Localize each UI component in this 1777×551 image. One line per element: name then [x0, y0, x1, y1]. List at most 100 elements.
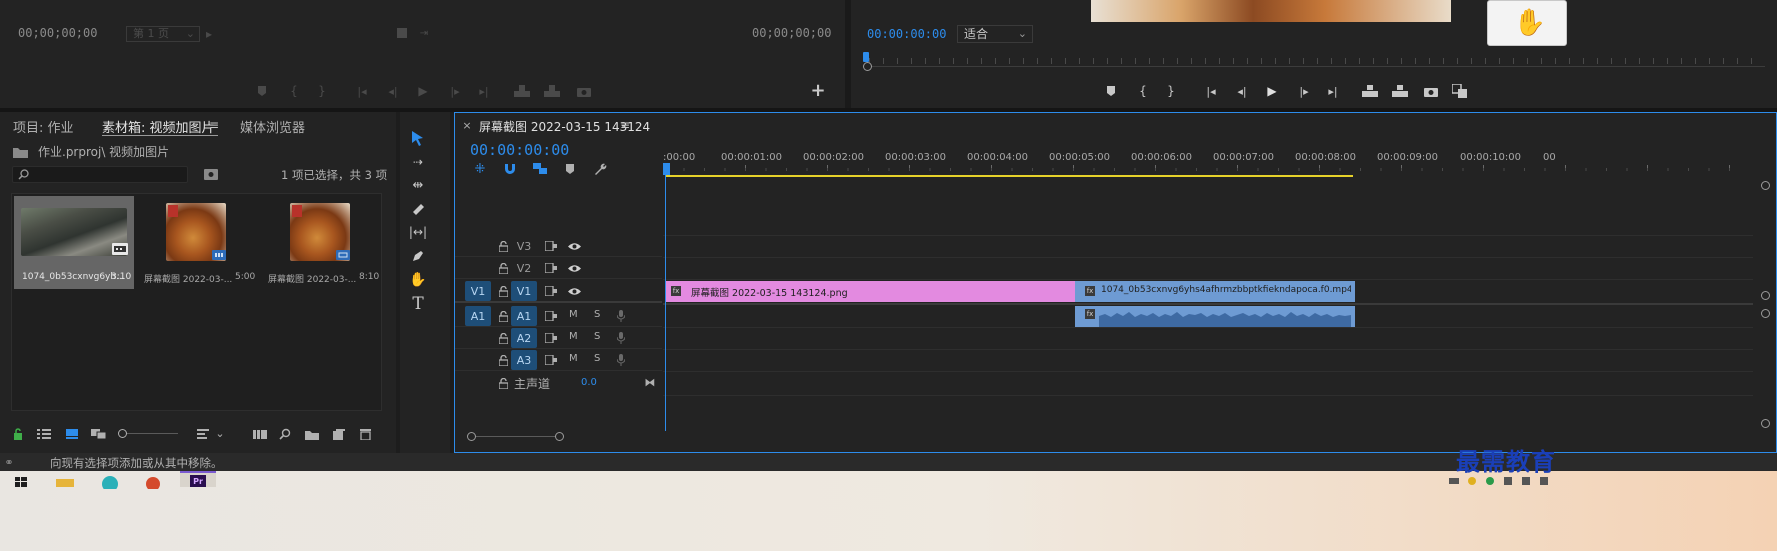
mute-button[interactable]: M	[569, 353, 578, 364]
bin-item[interactable]: 屏幕截图 2022-03-... 5:00	[138, 196, 258, 289]
lock-track-icon[interactable]	[497, 261, 509, 275]
solo-button[interactable]: S	[594, 331, 600, 342]
time-ruler[interactable]: :00:00 00:00:01:00 00:00:02:00 00:00:03:…	[663, 149, 1753, 179]
timeline-horizontal-scrollbar[interactable]	[467, 431, 564, 442]
icon-view-icon[interactable]	[64, 427, 80, 441]
mark-out-icon[interactable]: }	[1165, 82, 1177, 100]
program-scrubber[interactable]	[861, 52, 1767, 72]
track-target-a2[interactable]: A2	[511, 328, 537, 348]
freeform-view-icon[interactable]	[90, 427, 108, 441]
panel-menu-icon[interactable]: ≡	[208, 118, 220, 132]
zoom-slider[interactable]	[118, 429, 180, 439]
microphone-icon[interactable]	[615, 309, 627, 323]
hand-tool-icon[interactable]: ✋	[408, 270, 428, 290]
find-icon[interactable]	[278, 427, 292, 441]
settings-square-icon[interactable]	[396, 27, 408, 39]
zoom-select[interactable]: 适合 ⌄	[957, 25, 1033, 43]
sync-lock-icon[interactable]	[544, 239, 558, 253]
file-explorer-icon[interactable]	[56, 477, 74, 487]
audio-clip[interactable]: fx	[1075, 306, 1355, 327]
play-arrow-icon[interactable]: ▸	[204, 27, 214, 41]
video-clip[interactable]: fx 1074_0b53cxnvg6yhs4afhrmzbbptkfieknda…	[1075, 281, 1355, 302]
audio-scroll-handle[interactable]	[1761, 309, 1770, 318]
extract-icon[interactable]	[1391, 84, 1409, 98]
mute-button[interactable]: M	[569, 331, 578, 342]
microphone-icon[interactable]	[615, 331, 627, 345]
source-patch-v1[interactable]: V1	[465, 281, 491, 301]
premiere-taskbar-button[interactable]: Pr	[180, 471, 216, 487]
tab-bin[interactable]: 素材箱: 视频加图片	[102, 117, 215, 136]
lock-track-icon[interactable]	[497, 376, 509, 390]
video-scroll-handle[interactable]	[1761, 291, 1770, 300]
track-select-tool-icon[interactable]: ⇢	[408, 152, 428, 172]
lock-track-icon[interactable]	[497, 331, 509, 345]
camera-icon[interactable]	[1423, 84, 1439, 98]
step-back-icon[interactable]: ◂|	[1235, 82, 1249, 100]
panel-menu-icon[interactable]: ≡	[619, 118, 631, 132]
pen-tool-icon[interactable]	[408, 246, 428, 266]
eye-icon[interactable]	[567, 261, 581, 275]
go-to-out-icon[interactable]: ▸|	[1325, 82, 1341, 100]
new-bin-icon[interactable]	[304, 427, 320, 441]
microphone-icon[interactable]	[615, 353, 627, 367]
video-scroll-handle[interactable]	[1761, 181, 1770, 190]
type-tool-icon[interactable]: T	[408, 294, 428, 314]
slip-tool-icon[interactable]: |↔|	[408, 222, 428, 242]
automate-to-sequence-icon[interactable]	[252, 427, 268, 441]
browser-icon[interactable]	[100, 475, 120, 489]
sync-lock-icon[interactable]	[544, 284, 558, 298]
go-to-in-icon[interactable]: |◂	[354, 82, 370, 100]
bin-item[interactable]: 屏幕截图 2022-03-... 8:10	[262, 196, 382, 289]
tab-project[interactable]: 项目: 作业	[13, 117, 74, 136]
search-input[interactable]	[12, 166, 188, 183]
insert-icon[interactable]	[514, 84, 530, 98]
zoom-handle[interactable]	[863, 62, 872, 71]
tab-media-browser[interactable]: 媒体浏览器	[240, 117, 305, 136]
track-target-a3[interactable]: A3	[511, 350, 537, 370]
drag-video-icon[interactable]: ⇥	[417, 27, 431, 39]
mute-button[interactable]: M	[569, 309, 578, 320]
lift-icon[interactable]	[1361, 84, 1379, 98]
marker-icon[interactable]	[256, 84, 268, 98]
windows-start-icon[interactable]	[14, 477, 28, 487]
solo-button[interactable]: S	[594, 353, 600, 364]
close-tab-icon[interactable]: ×	[462, 119, 472, 132]
step-back-icon[interactable]: ◂|	[386, 82, 400, 100]
play-icon[interactable]: ▶	[1265, 82, 1279, 100]
list-view-icon[interactable]	[36, 427, 52, 441]
track-target-v3[interactable]: V3	[511, 236, 537, 256]
step-forward-icon[interactable]: |▸	[448, 82, 462, 100]
mark-out-icon[interactable]: }	[316, 82, 328, 100]
new-search-bin-icon[interactable]	[203, 167, 219, 181]
mark-in-icon[interactable]: {	[1137, 82, 1149, 100]
sync-lock-icon[interactable]	[544, 261, 558, 275]
lock-track-icon[interactable]	[497, 284, 509, 298]
compare-icon[interactable]	[1451, 83, 1469, 99]
play-icon[interactable]: ▶	[416, 82, 430, 100]
bin-item-selected[interactable]: 1074_0b53cxnvg6yh... 3:10	[14, 196, 134, 289]
playhead[interactable]	[663, 163, 670, 175]
go-to-in-icon[interactable]: |◂	[1203, 82, 1219, 100]
camera-icon[interactable]	[576, 84, 592, 98]
scrollbar-end-handle[interactable]	[555, 432, 564, 441]
ripple-edit-tool-icon[interactable]: ⇹	[408, 175, 428, 195]
trash-icon[interactable]	[358, 427, 372, 441]
image-clip[interactable]: fx 屏幕截图 2022-03-15 143124.png	[665, 281, 1075, 302]
lock-track-icon[interactable]	[497, 353, 509, 367]
nest-toggle-icon[interactable]: ⁜	[472, 161, 488, 177]
scrollbar-start-handle[interactable]	[467, 432, 476, 441]
master-volume-value[interactable]: 0.0	[581, 377, 597, 388]
page-select[interactable]: 第 1 页 ⌄	[126, 26, 200, 42]
new-item-icon[interactable]	[332, 427, 346, 441]
zoom-slider-handle[interactable]	[118, 429, 127, 438]
sort-icon[interactable]	[196, 427, 210, 441]
app-icon[interactable]	[144, 475, 162, 489]
marker-icon[interactable]	[1105, 84, 1117, 98]
sync-lock-icon[interactable]	[544, 309, 558, 323]
chevron-down-icon[interactable]: ⌄	[214, 426, 226, 440]
lock-icon[interactable]	[12, 427, 24, 441]
step-forward-icon[interactable]: |▸	[1297, 82, 1311, 100]
mark-in-icon[interactable]: {	[288, 82, 300, 100]
overwrite-icon[interactable]	[544, 84, 560, 98]
selection-tool-icon[interactable]	[408, 128, 428, 148]
